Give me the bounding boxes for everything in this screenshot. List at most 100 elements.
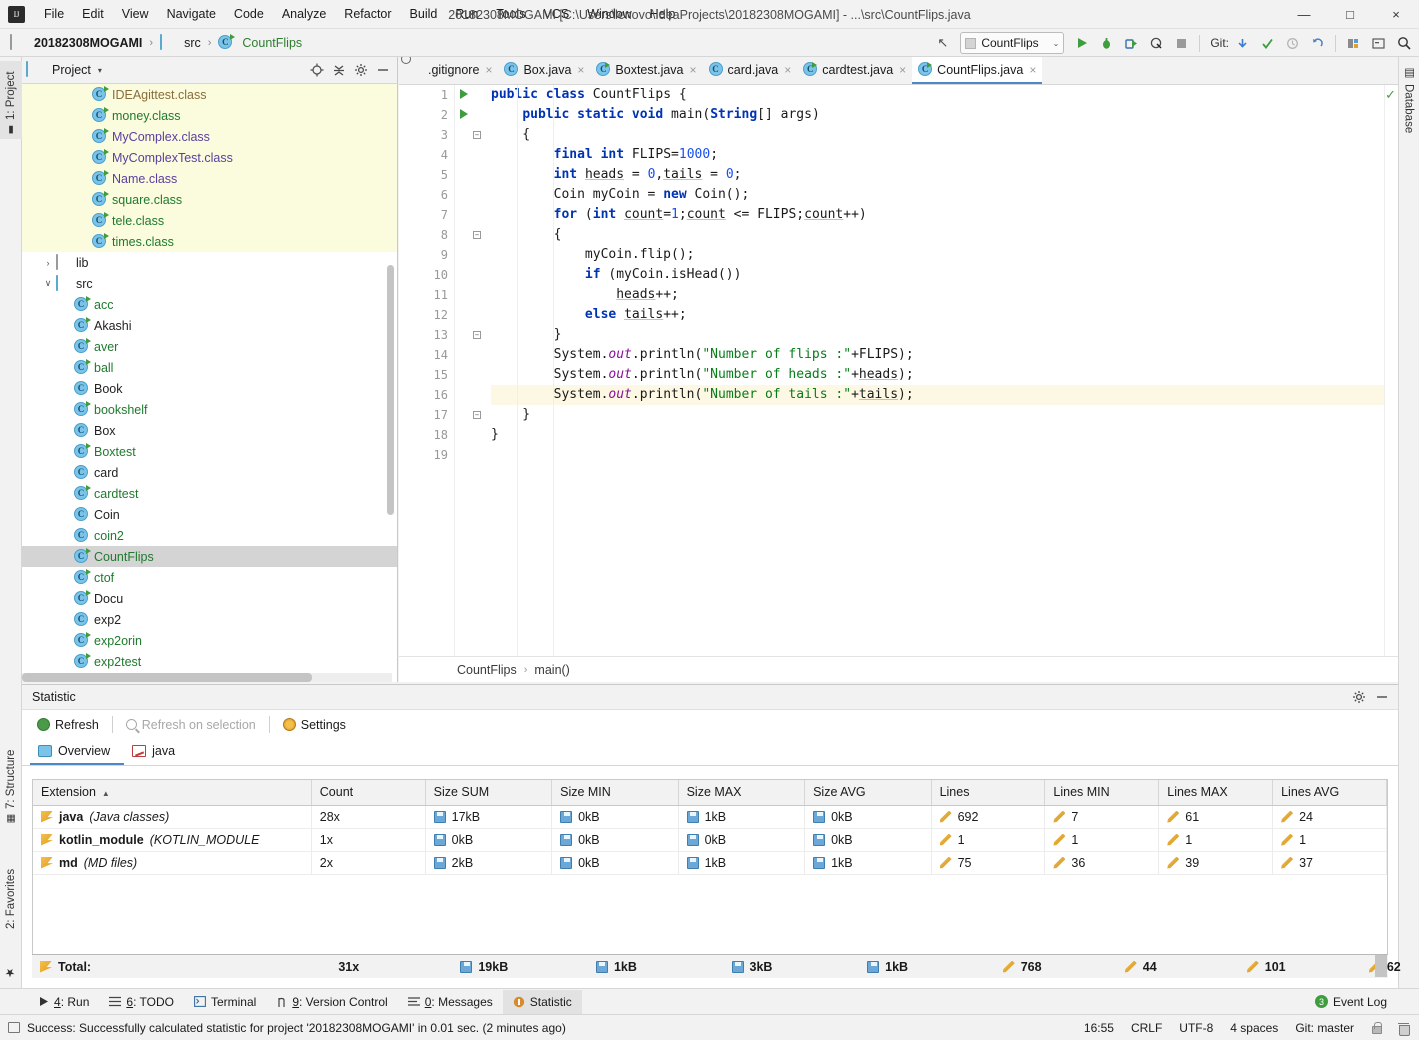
column-header-size-sum[interactable]: Size SUM [425,780,553,806]
code-line-1[interactable]: public class CountFlips { [491,85,1398,105]
tree-item-mycomplextest-class[interactable]: C MyComplexTest.class [22,147,397,168]
hide-panel-icon[interactable] [372,60,393,81]
breadcrumb-countflips[interactable]: C CountFlips [215,29,305,57]
tree-item-money-class[interactable]: Cmoney.class [22,105,397,126]
bottom-tab-0--messages[interactable]: 0: Messages [398,990,503,1014]
menu-tools[interactable]: Tools [487,0,534,29]
column-header-extension[interactable]: Extension ▲ [33,780,312,806]
close-icon[interactable]: × [485,63,492,77]
tree-item-lib[interactable]: › lib [22,252,397,273]
run-with-coverage-button[interactable] [1120,32,1143,55]
menu-refactor[interactable]: Refactor [335,0,400,29]
tree-item-ideagittest-class[interactable]: C IDEAgittest.class [22,84,397,105]
column-header-lines[interactable]: Lines [931,780,1046,806]
editor-tab-cardtest-java[interactable]: Ccardtest.java × [797,57,912,84]
gutter-line-4[interactable]: 4 [399,145,454,165]
tree-item-card[interactable]: Ccard [22,462,397,483]
hide-panel-icon[interactable] [1371,687,1392,708]
tree-item-countflips[interactable]: C CountFlips [22,546,397,567]
gutter-line-2[interactable]: 2 [399,105,468,125]
breadcrumb-method-label[interactable]: main() [534,663,569,677]
code-editor[interactable]: 1 2 3−4 5 6 7 8−9 10 11 12 13−14 15 16 17−18 19 public… [399,85,1398,656]
locate-icon[interactable] [306,60,327,81]
close-icon[interactable]: × [577,63,584,77]
tree-item-square-class[interactable]: Csquare.class [22,189,397,210]
project-tree-scrollbar[interactable] [387,265,394,515]
editor-tab-card-java[interactable]: Ccard.java × [703,57,798,84]
status-line-separator[interactable]: CRLF [1131,1021,1162,1035]
refresh-button[interactable]: Refresh [30,713,106,736]
tree-item-tele-class[interactable]: Ctele.class [22,210,397,231]
code-line-16[interactable]: System.out.println("Number of tails :"+t… [491,385,1398,405]
code-line-11[interactable]: heads++; [491,285,1398,305]
table-row[interactable]: md (MD files) 2x 2kB 0kB 1kB 1kB 75 36 39 37 [33,851,1387,875]
statistic-table-wrapper[interactable]: Extension ▲ Count Size SUM Size MIN Size MAX S… [32,779,1388,978]
tree-item-ctof[interactable]: Cctof [22,567,397,588]
tree-item-exp2test[interactable]: Cexp2test [22,651,397,672]
close-icon[interactable]: × [1029,63,1036,77]
gutter-line-17[interactable]: 17− [399,405,481,425]
close-icon[interactable]: × [784,63,791,77]
expand-arrow-icon[interactable]: › [40,258,56,268]
sidebar-tab-database[interactable]: ▤ Database [1398,61,1419,145]
column-header-size-avg[interactable]: Size AVG [804,780,932,806]
menu-build[interactable]: Build [401,0,447,29]
search-icon[interactable] [1392,32,1415,55]
column-header-size-max[interactable]: Size MAX [678,780,806,806]
editor-right-margin[interactable]: ✓ [1384,85,1398,656]
code-line-6[interactable]: Coin myCoin = new Coin(); [491,185,1398,205]
gutter-line-5[interactable]: 5 [399,165,454,185]
editor-tab--gitignore[interactable]: .gitignore × [403,57,498,84]
editor-gutter[interactable]: 1 2 3−4 5 6 7 8−9 10 11 12 13−14 15 16 17−18 19 [399,85,481,656]
gutter-line-19[interactable]: 19 [399,445,454,465]
gutter-line-7[interactable]: 7 [399,205,454,225]
tree-item-src[interactable]: ∨ src [22,273,397,294]
menu-edit[interactable]: Edit [73,0,113,29]
menu-file[interactable]: File [35,0,73,29]
menu-run[interactable]: Run [446,0,487,29]
run-button[interactable] [1070,32,1093,55]
project-tree-hscrollbar[interactable] [22,673,392,682]
column-header-lines-min[interactable]: Lines MIN [1044,780,1160,806]
gear-icon[interactable] [350,60,371,81]
debug-button[interactable] [1095,32,1118,55]
statistic-table-scrollbar[interactable] [1375,955,1387,977]
editor-tab-box-java[interactable]: C Box.java × [498,57,590,84]
collapse-all-icon[interactable] [328,60,349,81]
column-header-size-min[interactable]: Size MIN [551,780,679,806]
expand-arrow-icon[interactable]: ∨ [40,278,56,289]
tree-item-boxtest[interactable]: C Boxtest [22,441,397,462]
code-line-17[interactable]: } [491,405,1398,425]
tree-item-docu[interactable]: C Docu [22,588,397,609]
close-icon[interactable]: × [690,63,697,77]
editor-tab-countflips-java[interactable]: C CountFlips.java × [912,57,1043,84]
gutter-line-14[interactable]: 14 [399,345,454,365]
tree-item-ball[interactable]: Cball [22,357,397,378]
gutter-line-12[interactable]: 12 [399,305,454,325]
column-header-lines-avg[interactable]: Lines AVG [1272,780,1387,806]
git-history-icon[interactable] [1281,32,1304,55]
gutter-line-3[interactable]: 3− [399,125,481,145]
gutter-line-11[interactable]: 11 [399,285,454,305]
run-configuration-selector[interactable]: CountFlips ⌄ [960,32,1065,54]
code-line-4[interactable]: final int FLIPS=1000; [491,145,1398,165]
breadcrumb-src[interactable]: src [157,29,204,57]
table-row[interactable]: java (Java classes) 28x 17kB 0kB 1kB 0kB 692 7 61… [33,805,1387,829]
tree-item-cardtest[interactable]: Ccardtest [22,483,397,504]
code-line-3[interactable]: { [491,125,1398,145]
code-line-9[interactable]: myCoin.flip(); [491,245,1398,265]
gutter-line-6[interactable]: 6 [399,185,454,205]
bottom-tab-4--run[interactable]: 4: Run [28,990,99,1014]
code-line-12[interactable]: else tails++; [491,305,1398,325]
status-git-branch[interactable]: Git: master [1295,1021,1354,1035]
gutter-line-13[interactable]: 13− [399,325,481,345]
tab-java[interactable]: java [124,739,189,765]
settings-button[interactable]: Settings [276,713,353,736]
code-line-2[interactable]: public static void main(String[] args) [491,105,1398,125]
gutter-line-15[interactable]: 15 [399,365,454,385]
project-structure-icon[interactable] [1342,32,1365,55]
menu-help[interactable]: Help [641,0,685,29]
column-header-count[interactable]: Count [311,780,426,806]
menu-window[interactable]: Window [578,0,640,29]
menu-code[interactable]: Code [225,0,273,29]
